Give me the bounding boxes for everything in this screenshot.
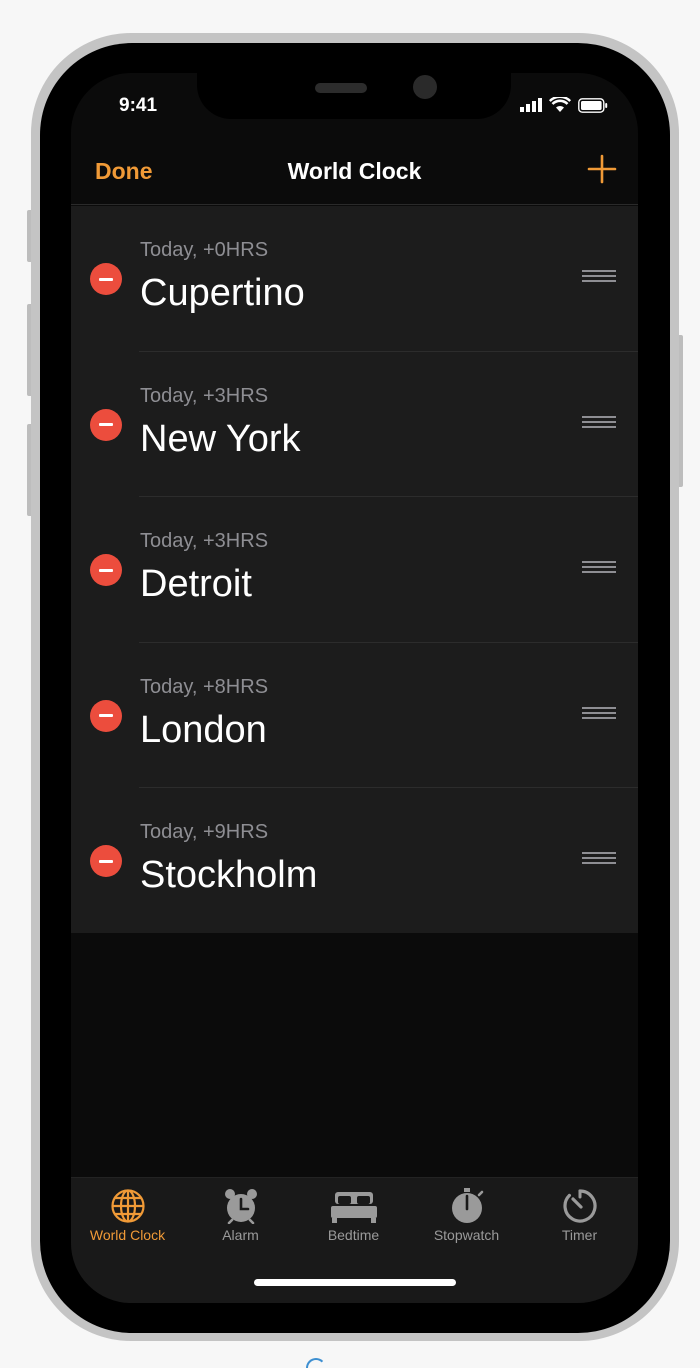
alarm-clock-icon [224,1189,257,1224]
remove-city-button[interactable] [90,699,122,732]
screen: 9:41 Done World Clock Today, +0HRS Cuper… [71,73,638,1303]
remove-city-button[interactable] [90,845,122,877]
reorder-handle-icon[interactable] [582,852,616,866]
city-name: Stockholm [140,854,318,896]
cellular-signal-icon [520,98,542,112]
front-camera [413,75,437,99]
notch [197,73,511,119]
time-offset: Today, +9HRS [140,821,269,843]
navigation-bar: Done World Clock [71,133,638,205]
time-offset: Today, +0HRS [140,239,269,261]
reorder-handle-icon[interactable] [582,706,616,721]
tab-label: World Clock [89,1227,166,1243]
list-item: Today, +3HRS Detroit [71,497,638,643]
tab-stopwatch[interactable]: Stopwatch [410,1186,523,1256]
globe-icon [110,1189,145,1223]
reorder-handle-icon[interactable] [582,270,616,284]
time-offset: Today, +8HRS [140,675,269,698]
status-icons [520,97,608,113]
add-button[interactable] [584,151,620,187]
reorder-handle-icon[interactable] [582,561,616,575]
list-item: Today, +3HRS New York [71,352,638,497]
tab-label: Alarm [222,1227,259,1243]
speaker [315,83,367,93]
tab-alarm[interactable]: Alarm [184,1186,297,1256]
remove-city-button[interactable] [90,554,122,586]
tab-label: Timer [561,1227,598,1243]
timer-icon [562,1189,597,1223]
page-indicator-icon [306,1358,326,1368]
page: 9:41 Done World Clock Today, +0HRS Cuper… [0,0,700,1368]
tab-label: Bedtime [327,1227,380,1243]
wifi-icon [549,97,571,112]
bed-icon [330,1192,377,1223]
list-item: Today, +9HRS Stockholm [71,788,638,934]
home-indicator[interactable] [254,1279,456,1286]
tab-bedtime[interactable]: Bedtime [297,1186,410,1256]
remove-city-button[interactable] [90,408,122,441]
page-title: World Clock [287,158,422,184]
reorder-handle-icon[interactable] [582,415,616,430]
city-name: Cupertino [140,272,305,314]
status-time: 9:41 [119,95,158,116]
tab-label: Stopwatch [433,1227,500,1243]
city-name: New York [140,417,301,460]
tab-world-clock[interactable]: World Clock [71,1186,184,1256]
world-clock-list: Today, +0HRS Cupertino Today, +3HRS New … [71,206,638,933]
list-item: Today, +8HRS London [71,643,638,788]
city-name: London [140,708,267,751]
remove-city-button[interactable] [90,263,122,295]
time-offset: Today, +3HRS [140,530,269,552]
list-item: Today, +0HRS Cupertino [71,206,638,352]
city-name: Detroit [140,563,252,605]
stopwatch-icon [451,1188,483,1223]
time-offset: Today, +3HRS [140,384,269,407]
tab-timer[interactable]: Timer [523,1186,636,1256]
battery-icon [578,97,608,113]
plus-icon [587,154,617,184]
